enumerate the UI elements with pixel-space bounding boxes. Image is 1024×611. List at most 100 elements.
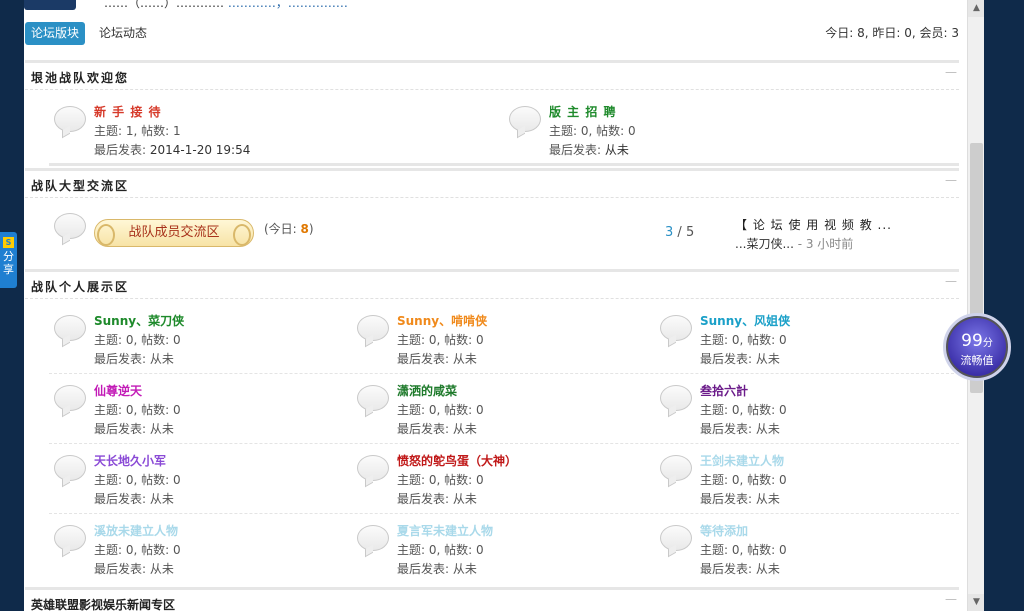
forum-status-bubble-icon [357,385,389,411]
forum-name[interactable]: 王剑未建立人物 [700,452,784,469]
share-label-top: 分 [3,250,14,263]
last-post-label: 最后发表: [549,143,605,157]
post-count: 5 [685,225,695,240]
forum-name[interactable]: 叁拾六計 [700,382,748,399]
top-text-a: ……（……）………… [104,0,225,10]
section-title[interactable]: 英雄联盟影视娱乐新闻专区 [31,596,175,611]
last-post-user[interactable]: ...菜刀侠... [735,237,794,251]
flow-value-badge[interactable]: 99分 流畅值 [943,313,1011,381]
forum-last-post: 最后发表: 从未 [94,562,174,576]
forum-last-post: 最后发表: 从未 [700,352,780,366]
forum-name[interactable]: 新 手 接 待 [94,103,162,120]
forum-name[interactable]: 版 主 招 聘 [549,103,617,120]
forum-name[interactable]: 愤怒的鸵鸟蛋（大神） [397,452,517,469]
forum-last-post: 最后发表: 从未 [700,562,780,576]
forum-last-post: 最后发表: 从未 [700,492,780,506]
page: ▲ ▼ [24,0,984,611]
forum-status-bubble-icon [357,525,389,551]
section-header: 战队大型交流区 — [25,168,959,198]
tab-forum-activity[interactable]: 论坛动态 [99,22,147,45]
scroll-down-arrow-icon[interactable]: ▼ [968,594,984,611]
forum-topic-stats: 主题: 0, 帖数: 0 [94,473,181,487]
forum-status-bubble-icon [54,525,86,551]
forum-topic-stats: 主题: 0, 帖数: 0 [94,403,181,417]
forum-status-bubble-icon [54,213,86,239]
forum-last-post: 最后发表: 从未 [397,492,477,506]
today-suffix: ) [308,222,314,236]
count-separator: / [673,225,686,240]
forum-last-post: 最后发表: 2014-1-20 19:54 [94,141,250,158]
forum-status-bubble-icon [54,455,86,481]
flow-label: 流畅值 [960,354,994,367]
forum-today-count: (今日: 8) [264,220,314,237]
section-header: 英雄联盟影视娱乐新闻专区 — [25,587,959,611]
flow-value: 99 [961,331,983,351]
forum-status-bubble-icon [660,525,692,551]
forum-name[interactable]: 天长地久小军 [94,452,166,469]
forum-status-bubble-icon [660,385,692,411]
tab-forum-sections[interactable]: 论坛版块 [25,22,86,45]
forum-last-post: 最后发表: 从未 [94,352,174,366]
scrollbar[interactable]: ▲ ▼ [967,0,984,611]
forum-status-bubble-icon [54,385,86,411]
forum-topic-stats: 主题: 0, 帖数: 0 [397,403,484,417]
forum-name[interactable]: Sunny、风姐侠 [700,312,790,329]
last-post-value: 从未 [604,143,629,157]
collapse-icon[interactable]: — [945,66,957,78]
scroll-up-arrow-icon[interactable]: ▲ [968,0,984,17]
forum-last-post: 最后发表: 从未 [397,562,477,576]
today-prefix: (今日: [264,222,301,236]
forum-status-bubble-icon [54,106,86,132]
forum-name[interactable]: 溪放未建立人物 [94,522,178,539]
forum-name[interactable]: 夏言军未建立人物 [397,522,493,539]
forum-topic-stats: 主题: 0, 帖数: 0 [94,543,181,557]
forum-last-post: 最后发表: 从未 [397,422,477,436]
forum-topic-stats: 主题: 1, 帖数: 1 [94,124,181,138]
last-post-label: 最后发表: [94,143,150,157]
forum-name[interactable]: 仙尊逆天 [94,382,142,399]
forum-status-bubble-icon [509,106,541,132]
forum-name[interactable]: 潇洒的咸菜 [397,382,457,399]
forum-last-post: 最后发表: 从未 [549,141,629,158]
section-title[interactable]: 垠池战队欢迎您 [31,69,129,86]
row-divider [49,373,959,374]
last-post-title[interactable]: 【 论 坛 使 用 视 频 教 ... [735,216,892,233]
forum-status-bubble-icon [357,455,389,481]
forum-name[interactable]: 等待添加 [700,522,748,539]
row-divider [49,163,959,166]
forum-status-bubble-icon [54,315,86,341]
forum-last-post: 最后发表: 从未 [94,492,174,506]
forum-status-bubble-icon [660,315,692,341]
forum-topic-stats: 主题: 0, 帖数: 0 [94,333,181,347]
section-title[interactable]: 战队大型交流区 [31,177,129,194]
share-logo-icon: S [3,237,14,248]
row-divider [49,513,959,514]
forum-banner-image[interactable]: 战队成员交流区 [94,219,254,247]
forum-name[interactable]: Sunny、啃啃侠 [397,312,487,329]
collapse-icon[interactable]: — [945,593,957,605]
forum-status-bubble-icon [357,315,389,341]
share-label-bottom: 享 [3,263,14,276]
forum-topic-stats: 主题: 0, 帖数: 0 [549,124,636,138]
forum-topic-stats: 主题: 0, 帖数: 0 [397,333,484,347]
collapse-icon[interactable]: — [945,174,957,186]
last-post-time: - 3 小时前 [793,237,854,251]
forum-topic-post-count: 3 / 5 [665,225,694,240]
last-post-meta: ...菜刀侠... - 3 小时前 [735,235,853,252]
logo[interactable] [24,0,76,10]
section-header: 垠池战队欢迎您 — [25,60,959,90]
forum-name[interactable]: Sunny、菜刀侠 [94,312,184,329]
last-post-value: 2014-1-20 19:54 [149,143,251,157]
collapse-icon[interactable]: — [945,275,957,287]
top-links: ……（……）………… …………，…………… [104,0,348,11]
forum-status-bubble-icon [660,455,692,481]
share-tab[interactable]: S 分 享 [0,232,17,288]
forum-topic-stats: 主题: 0, 帖数: 0 [397,543,484,557]
forum-topic-stats: 主题: 0, 帖数: 0 [700,543,787,557]
top-text-b[interactable]: …………，…………… [228,0,348,10]
forum-topic-stats: 主题: 0, 帖数: 0 [700,333,787,347]
flow-unit: 分 [982,338,993,349]
forum-nav: 论坛版块 论坛动态 今日: 8, 昨日: 0, 会员: 3 [25,22,959,46]
section-title[interactable]: 战队个人展示区 [31,278,129,295]
forum-stats: 今日: 8, 昨日: 0, 会员: 3 [825,26,959,40]
